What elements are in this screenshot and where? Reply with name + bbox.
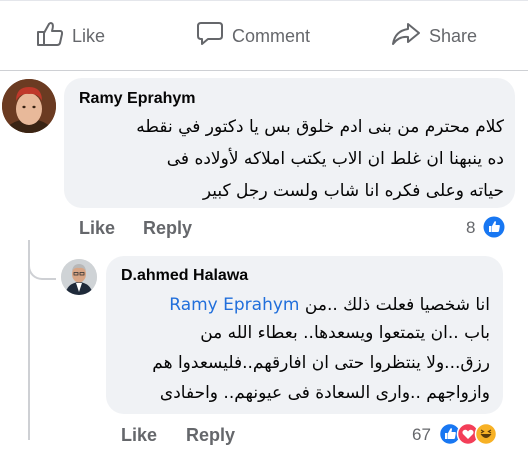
reply-text-line: رزق...ولا ينتظروا حتى ان افارقهم..فليسعد… — [152, 353, 490, 373]
reaction-count[interactable]: 8 — [466, 218, 475, 238]
share-arrow-icon — [391, 21, 429, 52]
reaction-icons-stack[interactable] — [438, 422, 505, 446]
replier-avatar[interactable] — [61, 259, 97, 295]
like-action-label: Like — [72, 25, 106, 46]
comment-text-line: حياته وعلى فكره انا شاب ولست رجل كبير — [202, 181, 504, 201]
comment-action-button[interactable]: Comment — [196, 14, 310, 58]
like-action-button[interactable]: Like — [36, 14, 105, 58]
reply-text-line: انا شخصيا فعلت ذلك ..من Ramy Eprahym — [169, 295, 490, 315]
comment-text-line: كلام محترم من بنى ادم خلوق بس يا دكتور ف… — [136, 117, 504, 137]
commenter-avatar[interactable] — [2, 79, 56, 133]
comment-author-name[interactable]: Ramy Eprahym — [79, 90, 196, 108]
thumbs-up-icon — [36, 21, 72, 52]
comment-like-button[interactable]: Like — [79, 218, 115, 239]
comment-action-label: Comment — [232, 25, 311, 46]
like-reaction-icon — [483, 216, 505, 238]
mention-link[interactable]: Ramy Eprahym — [169, 295, 299, 315]
thread-connector-curve — [28, 252, 56, 280]
reply-reply-button[interactable]: Reply — [186, 425, 235, 446]
share-action-button[interactable]: Share — [391, 14, 477, 58]
reply-text-segment: انا شخصيا فعلت ذلك ..من — [304, 295, 490, 315]
reply-author-name[interactable]: D.ahmed Halawa — [121, 267, 248, 285]
reply-reaction-count[interactable]: 67 — [412, 425, 431, 445]
section-divider — [0, 70, 528, 71]
haha-reaction-icon — [474, 422, 498, 446]
comment-bubble-icon — [196, 21, 232, 52]
post-action-bar: Like Comment Share — [0, 14, 528, 58]
share-action-label: Share — [429, 25, 478, 46]
comment-reply-button[interactable]: Reply — [143, 218, 192, 239]
top-divider — [0, 0, 528, 1]
reply-text-line: وازواجهم ..وارى السعادة فى عيونهم.. واحف… — [159, 383, 490, 403]
comment-text-line: ده ينبهنا ان غلط ان الاب يكتب املاكه لأو… — [166, 149, 504, 169]
reply-text-line: باب ..ان يتمتعوا ويسعدها.. بعطاء الله من — [200, 323, 490, 343]
reply-like-button[interactable]: Like — [121, 425, 157, 446]
